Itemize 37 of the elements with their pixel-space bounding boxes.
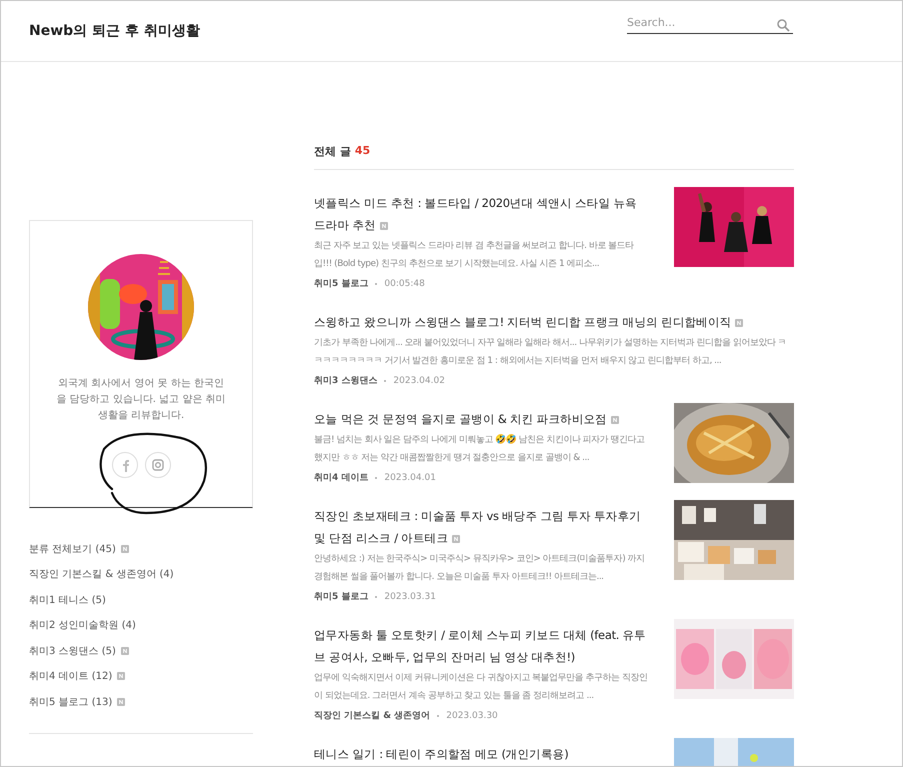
post-category[interactable]: 취미5 블로그 bbox=[314, 277, 368, 290]
post-title[interactable]: 넷플릭스 미드 추천 : 볼드타입 / 2020년대 섹앤시 스타일 뉴욕 드라마 추천 bbox=[314, 192, 648, 236]
post-date: 2023.03.30 bbox=[446, 710, 498, 720]
category-link[interactable]: 취미3 스윙댄스 (5) bbox=[29, 644, 116, 658]
post-excerpt: 업무에 익숙해지면서 이제 커뮤니케이션은 다 귀찮아지고 복붙업무만을 추구하는 직장인이 되었는데요. 그러면서 계속 공부하고 찾고 있는 툴을 좀 정리해보려고 ... bbox=[314, 672, 648, 703]
category-link[interactable]: 직장인 기본스킬 & 생존영어 (4) bbox=[29, 567, 174, 582]
post-category[interactable]: 직장인 기본스킬 & 생존영어 bbox=[314, 709, 430, 722]
post-category[interactable]: 취미4 데이트 bbox=[314, 471, 368, 484]
post-title[interactable]: 오늘 먹은 것 문정역 을지로 골뱅이 & 치킨 파크하비오점 bbox=[314, 408, 648, 430]
post-category[interactable]: 취미3 스윙댄스 bbox=[314, 374, 378, 387]
post-excerpt: 기초가 부족한 나에게... 오래 붙어있었더니 자꾸 일해라 일해라 해서... 나무위키가 설명하는 지터벅과 린디합을 읽어보았다 ㅋㅋㅋㅋㅋㅋㅋㅋㅋ 거기서 발견한 흥미로운 점 1 : 해외에서는 지터벅을 먼저 배우지 않고 린디합부터 하고, ... bbox=[314, 337, 788, 368]
search-field[interactable]: Search... bbox=[627, 16, 793, 34]
post-count: 45 bbox=[354, 144, 370, 159]
category-link[interactable]: 취미2 성인미술학원 (4) bbox=[29, 618, 136, 632]
post-title[interactable]: 스윙하고 왔으니까 스윙댄스 블로그! 지터벅 린디합 프랭크 매닝의 린디합베이직 bbox=[314, 311, 794, 333]
post-excerpt: 최근 자주 보고 있는 넷플릭스 드라마 리뷰 겸 추천글을 써보려고 합니다. 바로 볼드타입!!! (Bold type) 친구의 추천으로 보기 시작했는데요. 사실 시즌 1 에피소... bbox=[314, 240, 635, 271]
facebook-link[interactable] bbox=[112, 452, 138, 478]
category-link[interactable]: 취미1 테니스 (5) bbox=[29, 592, 106, 607]
post-title[interactable]: 직장인 초보재테크 : 미술품 투자 vs 배당주 그림 투자 투자후기 및 단점 리스크 / 아트테크 bbox=[314, 505, 648, 549]
search-icon[interactable] bbox=[777, 19, 790, 32]
profile-description: 외국계 회사에서 영어 못 하는 한국인을 담당하고 있습니다. 넓고 얕은 취미생활을 리뷰합니다. bbox=[55, 377, 227, 423]
post-title[interactable]: 테니스 일기 : 테린이 주의할점 메모 (개인기록용) bbox=[314, 743, 648, 765]
post-date: 2023.03.31 bbox=[384, 592, 436, 602]
blog-title[interactable]: Newb의 퇴근 후 취미생활 bbox=[29, 22, 200, 40]
category-link[interactable]: 취미4 데이트 (12) bbox=[29, 669, 112, 684]
post-date: 00:05:48 bbox=[384, 278, 425, 288]
post-excerpt: 안녕하세요 :) 저는 한국주식> 미국주식> 뮤직카우> 코인> 아트테크(미술품투자) 까지 경험해본 썰을 풀어볼까 합니다. 오늘은 미술품 투자 아트테크!! 아트테크는... bbox=[314, 553, 646, 584]
category-link[interactable]: 분류 전체보기 (45) bbox=[29, 542, 116, 556]
instagram-link[interactable] bbox=[144, 452, 170, 478]
post-excerpt: 불금! 넘치는 회사 일은 담주의 나에게 미뤄놓고 🤣🤣 남친은 치킨이나 피자가 땡긴다고 했지만 ㅎㅎ 저는 약간 매콤짭짤한게 땡겨 절충안으로 을지로 골뱅이 & ... bbox=[314, 433, 646, 465]
post-title[interactable]: 업무자동화 툴 오토핫키 / 로이체 스누피 키보드 대체 (feat. 유투브 공여사, 오빠두, 업무의 잔머리 님 영상 대추천!) bbox=[314, 624, 648, 668]
post-date: 2023.04.02 bbox=[393, 376, 445, 386]
post-date: 2023.04.01 bbox=[384, 472, 436, 482]
post-list-heading: 전체 글 bbox=[314, 144, 351, 159]
category-link[interactable]: 취미5 블로그 (13) bbox=[29, 694, 112, 709]
instagram-icon bbox=[150, 458, 164, 472]
post-category[interactable]: 취미5 블로그 bbox=[314, 590, 368, 603]
